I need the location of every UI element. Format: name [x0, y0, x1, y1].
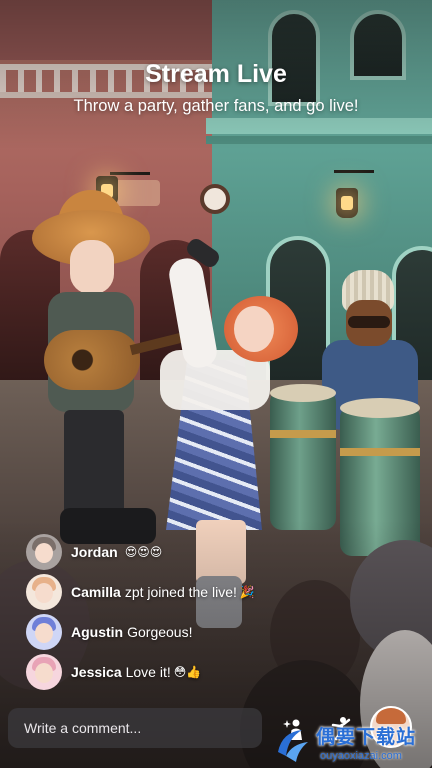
watermark-logo-icon [278, 730, 308, 762]
user-avatar[interactable] [26, 574, 62, 610]
chat-message: Agustin Gorgeous! [26, 614, 406, 650]
chat-message: Jordan 😍😍😍 [26, 534, 406, 570]
chat-username[interactable]: Camilla [71, 584, 121, 600]
live-stream-screen: Stream Live Throw a party, gather fans, … [0, 0, 432, 768]
watermark-title: 偶要下载站 [316, 727, 417, 748]
chat-text: Love it! [125, 664, 171, 680]
user-avatar[interactable] [26, 614, 62, 650]
chat-emoji: 😳👍 [173, 665, 202, 679]
chat-emoji: 🎉 [239, 585, 255, 599]
comment-placeholder: Write a comment... [24, 720, 142, 736]
user-avatar[interactable] [26, 654, 62, 690]
watermark: 偶要下载站 ouyaoxiazai.com [272, 722, 432, 768]
comment-input[interactable]: Write a comment... [8, 708, 262, 748]
chat-username[interactable]: Agustin [71, 624, 123, 640]
chat-message: Jessica Love it! 😳👍 [26, 654, 406, 690]
page-title: Stream Live [145, 60, 287, 88]
chat-text: Gorgeous! [127, 624, 193, 640]
chat-message: Camilla zpt joined the live! 🎉 [26, 574, 406, 610]
watermark-url: ouyaoxiazai.com [320, 750, 402, 762]
wall-clock [200, 184, 230, 214]
chat-emoji: 😍😍😍 [124, 545, 163, 559]
chat-text: zpt joined the live! [124, 584, 237, 600]
chat-username[interactable]: Jordan [71, 544, 118, 560]
street-lamp [336, 188, 358, 218]
page-subtitle: Throw a party, gather fans, and go live! [73, 97, 359, 115]
user-avatar[interactable] [26, 534, 62, 570]
chat-username[interactable]: Jessica [71, 664, 122, 680]
